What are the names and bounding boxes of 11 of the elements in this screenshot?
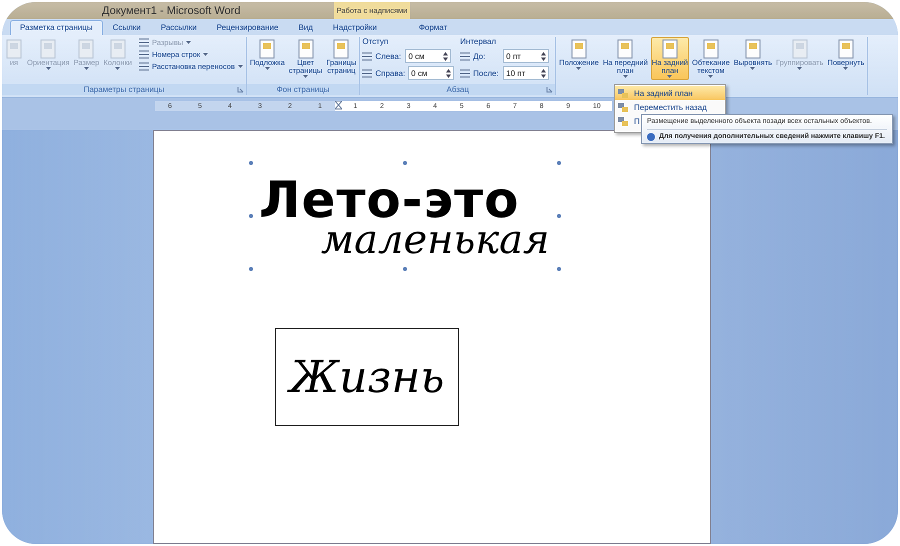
group-label: Абзац xyxy=(360,84,556,95)
group-label: Параметры страницы xyxy=(2,84,246,95)
text-box: Жизнь xyxy=(275,328,459,426)
group-label: Фон страницы xyxy=(246,84,360,95)
field-label: После: xyxy=(473,68,500,78)
field-label: До: xyxy=(473,52,486,60)
window-title: Документ1 - Microsoft Word xyxy=(102,4,240,16)
section-label: Интервал xyxy=(460,37,498,46)
field-label: Слева: xyxy=(375,52,402,60)
section-label: Отступ xyxy=(362,37,390,46)
field-label: Справа: xyxy=(375,68,406,78)
